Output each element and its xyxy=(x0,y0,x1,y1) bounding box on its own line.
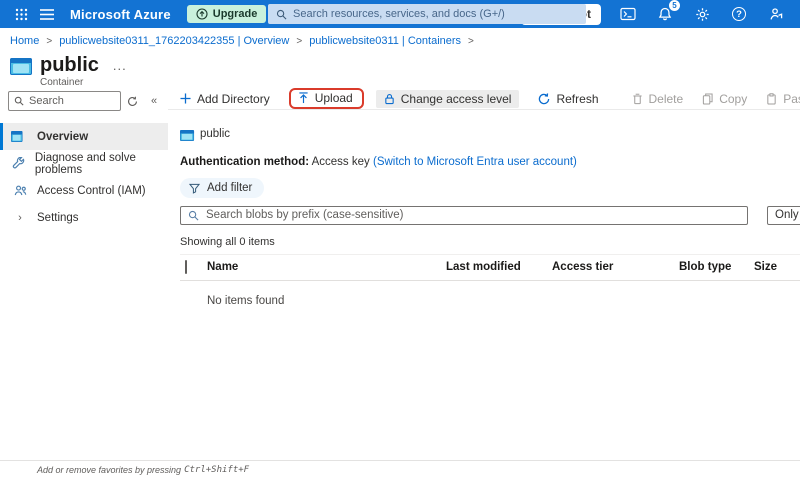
plus-icon xyxy=(180,93,191,104)
refresh-icon xyxy=(538,92,550,105)
blob-search-input[interactable] xyxy=(206,209,740,221)
switch-auth-link[interactable]: (Switch to Microsoft Entra user account) xyxy=(373,156,577,168)
paste-icon xyxy=(766,92,777,105)
sidebar-search-input[interactable] xyxy=(29,95,115,107)
refresh-button[interactable]: Refresh xyxy=(538,92,599,106)
sidebar-search[interactable] xyxy=(8,91,121,111)
container-path: public xyxy=(180,123,800,144)
filter-funnel-icon xyxy=(189,183,200,194)
resource-menu-sidebar: « Overview Diagnose and solve problems xyxy=(0,88,168,460)
column-header-last-modified[interactable]: Last modified xyxy=(446,261,552,273)
breadcrumb-storage-account[interactable]: publicwebsite0311_1762203422355 | Overvi… xyxy=(59,35,289,47)
add-filter-button[interactable]: Add filter xyxy=(180,178,265,198)
container-path-label: public xyxy=(200,127,231,140)
sidebar-refresh-icon[interactable] xyxy=(121,96,143,107)
chevron-right-icon: › xyxy=(18,211,22,224)
feedback-icon[interactable] xyxy=(766,4,786,24)
upgrade-label: Upgrade xyxy=(212,8,258,20)
breadcrumb-separator: > xyxy=(46,35,53,47)
page-subtitle: Container xyxy=(40,77,84,88)
favorites-hint-text: Add or remove favorites by pressing xyxy=(37,464,182,475)
notification-count-badge: 5 xyxy=(669,0,680,11)
azure-portal-window: Microsoft Azure Upgrade Copilot 5 xyxy=(0,0,800,478)
breadcrumb-separator: > xyxy=(296,35,303,47)
hamburger-menu-icon[interactable] xyxy=(34,0,60,28)
help-icon[interactable]: ? xyxy=(729,4,749,24)
auth-method-value: Access key xyxy=(311,156,370,168)
more-actions-ellipsis[interactable]: ... xyxy=(113,58,127,73)
blob-search-box[interactable] xyxy=(180,205,748,225)
container-icon xyxy=(10,58,32,75)
column-header-size[interactable]: Size xyxy=(754,261,800,273)
blob-table: Name Last modified Access tier Blob type… xyxy=(180,253,800,307)
cloud-shell-icon[interactable] xyxy=(618,4,638,24)
global-search[interactable] xyxy=(268,4,586,24)
favorites-shortcut: Ctrl+Shift+F xyxy=(184,464,250,475)
add-directory-button[interactable]: Add Directory xyxy=(180,92,270,106)
upgrade-button[interactable]: Upgrade xyxy=(186,5,267,23)
upload-icon xyxy=(298,92,309,104)
column-header-blob-type[interactable]: Blob type xyxy=(679,261,754,273)
command-bar: Add Directory Upload Change access level xyxy=(168,88,800,110)
sidebar-item-overview[interactable]: Overview xyxy=(0,123,168,150)
table-header-row: Name Last modified Access tier Blob type… xyxy=(180,253,800,281)
blob-search-row: Only sho xyxy=(180,205,800,225)
wrench-icon xyxy=(11,157,27,170)
sidebar-item-diagnose[interactable]: Diagnose and solve problems xyxy=(0,150,168,177)
upgrade-arrow-icon xyxy=(196,8,208,20)
status-bar: Add or remove favorites by pressing Ctrl… xyxy=(0,460,800,478)
sidebar-item-access-control[interactable]: Access Control (IAM) xyxy=(0,177,168,204)
paste-button[interactable]: Paste xyxy=(766,92,800,106)
change-access-level-button[interactable]: Change access level xyxy=(375,89,520,108)
upload-button[interactable]: Upload xyxy=(288,88,364,109)
select-all-checkbox[interactable] xyxy=(185,260,187,274)
global-search-input[interactable] xyxy=(293,8,578,20)
show-blobs-dropdown[interactable]: Only sho xyxy=(767,205,800,225)
sidebar-collapse-icon[interactable]: « xyxy=(143,95,165,107)
people-icon xyxy=(11,184,29,197)
breadcrumb-home[interactable]: Home xyxy=(10,35,39,47)
search-icon xyxy=(276,9,287,20)
page-title: public xyxy=(40,54,99,76)
empty-state-text: No items found xyxy=(207,294,285,307)
breadcrumb: Home > publicwebsite0311_1762203422355 |… xyxy=(0,28,800,52)
delete-button[interactable]: Delete xyxy=(632,92,683,106)
trash-icon xyxy=(632,93,643,105)
waffle-menu-icon[interactable] xyxy=(8,0,34,28)
search-icon xyxy=(188,210,199,221)
items-summary: Showing all 0 items xyxy=(180,235,275,248)
notifications-bell-icon[interactable]: 5 xyxy=(655,0,680,24)
sidebar-item-settings[interactable]: › Settings xyxy=(0,204,168,231)
main-panel: Add Directory Upload Change access level xyxy=(168,88,800,460)
overview-icon xyxy=(11,128,29,145)
auth-method-label: Authentication method: xyxy=(180,156,310,168)
lock-icon xyxy=(384,93,395,105)
copy-button[interactable]: Copy xyxy=(702,92,747,106)
blob-list-panel: public Authentication method: Access key… xyxy=(168,123,800,307)
column-header-name[interactable]: Name xyxy=(207,261,446,273)
container-icon xyxy=(180,130,195,141)
auth-method-row: Authentication method: Access key (Switc… xyxy=(180,156,800,168)
search-icon xyxy=(14,96,24,106)
top-bar: Microsoft Azure Upgrade Copilot 5 xyxy=(0,0,800,28)
breadcrumb-separator: > xyxy=(468,35,474,47)
breadcrumb-containers[interactable]: publicwebsite0311 | Containers xyxy=(309,35,461,47)
sidebar-menu: Overview Diagnose and solve problems Acc… xyxy=(0,123,168,231)
page-header: public ... Container xyxy=(0,52,800,88)
copy-icon xyxy=(702,92,713,105)
brand-title: Microsoft Azure xyxy=(70,6,171,22)
settings-gear-icon[interactable] xyxy=(692,4,712,24)
column-header-access-tier[interactable]: Access tier xyxy=(552,261,679,273)
